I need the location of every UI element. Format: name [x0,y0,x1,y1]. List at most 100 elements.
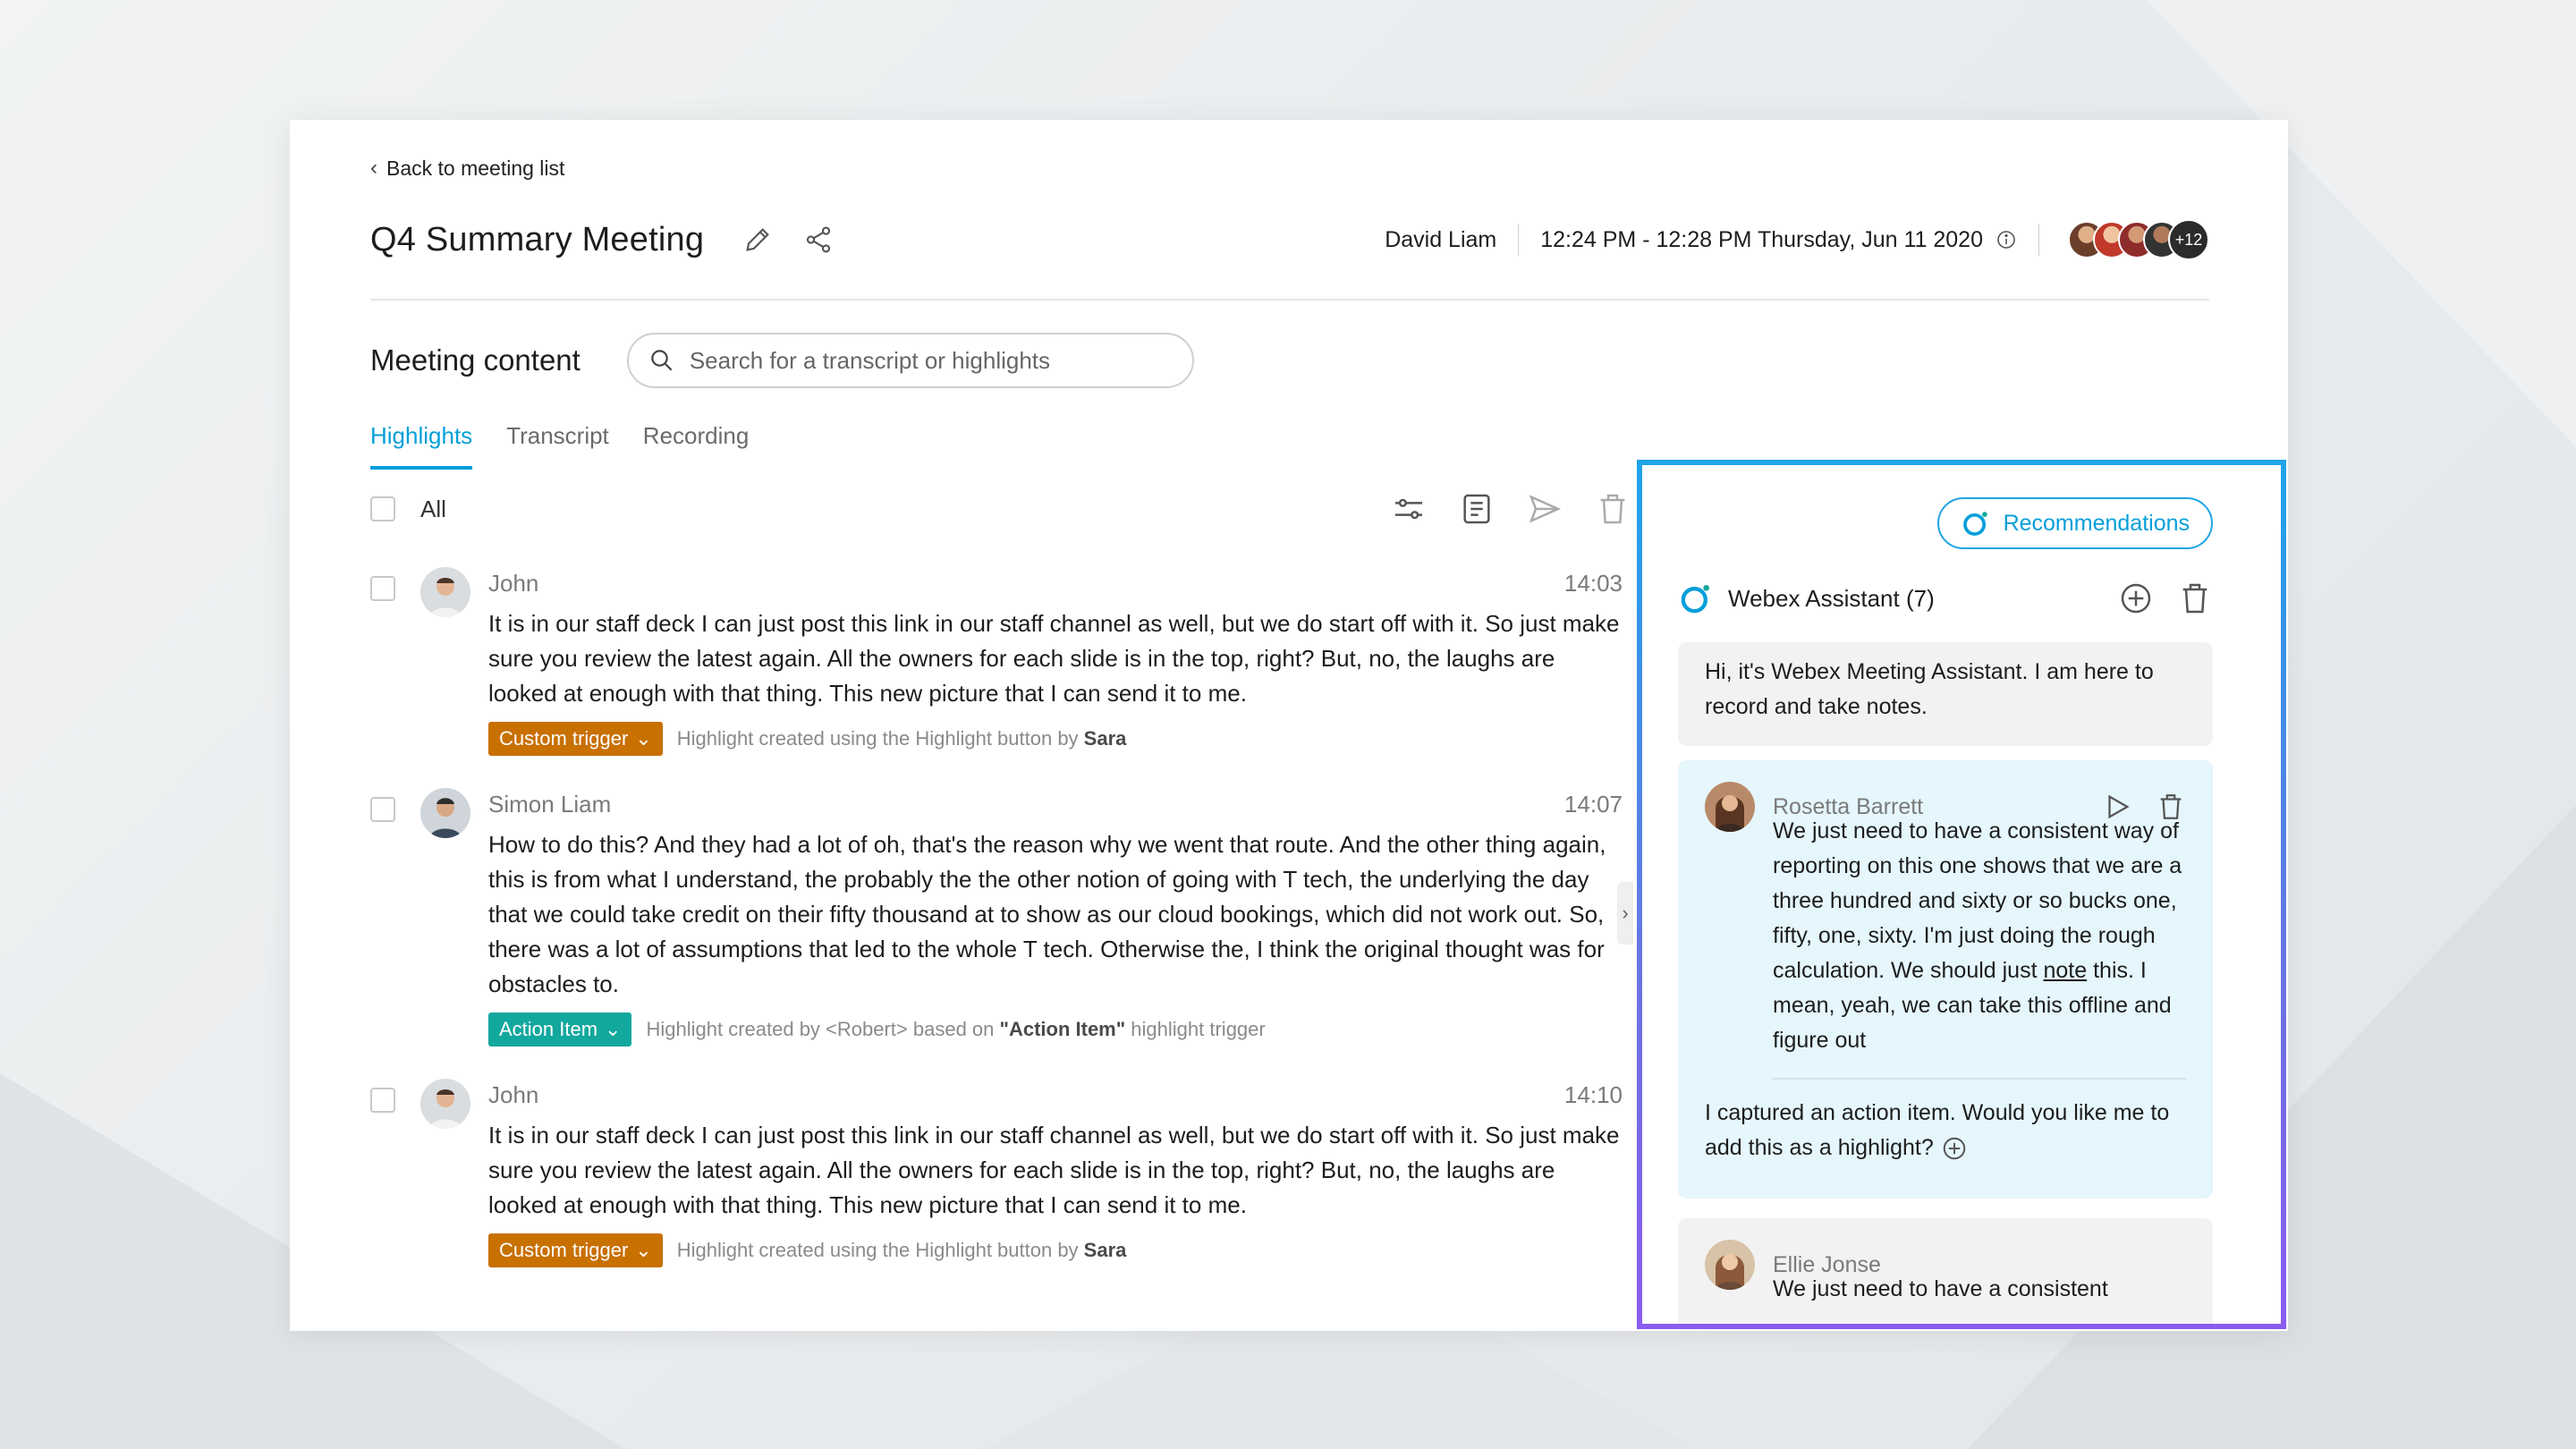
item-checkbox[interactable] [370,1088,395,1113]
content-header: Meeting content Search for a transcript … [370,333,1194,388]
highlight-note: Highlight created using the Highlight bu… [677,727,1127,750]
message-text: We just need to have a consistent [1773,1276,2108,1301]
assistant-actions [2118,580,2213,616]
speaker-name: Simon Liam [488,790,612,818]
list-item: John 14:10 It is in our staff deck I can… [370,1079,1623,1267]
collapse-panel-handle[interactable]: › [1617,882,1633,945]
meta-divider [2038,224,2039,256]
chevron-left-icon: ‹ [370,156,377,180]
tag-row: Custom trigger ⌄ Highlight created using … [488,1233,1623,1267]
note-link[interactable]: note [2043,958,2087,983]
chevron-down-icon: ⌄ [635,1239,652,1261]
note-trigger: "Action Item" [999,1018,1126,1040]
timestamp[interactable]: 14:07 [1564,791,1623,818]
filter-sliders-icon[interactable] [1390,490,1428,528]
speaker-name: John [488,1080,539,1108]
note-author: Sara [1083,727,1127,750]
trigger-tag-dropdown[interactable]: Custom trigger ⌄ [488,1233,663,1267]
item-checkbox[interactable] [370,797,395,822]
item-header: John 14:03 [488,567,1623,599]
assistant-message: Ellie Jonse We just need to have a consi… [1678,1218,2213,1324]
item-checkbox[interactable] [370,576,395,601]
transcript-text: It is in our staff deck I can just post … [488,1122,1620,1218]
send-icon[interactable] [1526,490,1563,528]
timestamp[interactable]: 14:10 [1564,1081,1623,1109]
toolbar-actions [1390,490,1631,528]
tag-row: Action Item ⌄ Highlight created by <Rober… [488,1013,1623,1046]
trigger-tag-dropdown[interactable]: Custom trigger ⌄ [488,722,663,756]
avatar [1705,1240,1755,1290]
assistant-header: Webex Assistant (7) [1678,576,2213,621]
trash-icon[interactable] [2177,580,2213,616]
search-input[interactable]: Search for a transcript or highlights [626,333,1194,388]
note-suffix: highlight trigger [1125,1018,1266,1040]
avatar [1705,782,1755,832]
recommendations-label: Recommendations [2003,510,2190,536]
info-icon[interactable] [1996,229,2017,250]
search-icon [651,350,673,371]
prompt-text: I captured an action item. Would you lik… [1705,1100,2170,1160]
back-link-label: Back to meeting list [386,156,565,180]
tab-highlights[interactable]: Highlights [370,422,473,470]
list-item: John 14:03 It is in our staff deck I can… [370,567,1623,756]
webex-assistant-panel: Recommendations Webex Assistant (7) Hi, … [1637,460,2286,1329]
action-item-prompt: I captured an action item. Would you lik… [1705,1096,2186,1165]
meta-divider [1518,224,1520,256]
highlights-list: John 14:03 It is in our staff deck I can… [370,567,1623,1300]
tag-label: Action Item [499,1018,598,1040]
tag-label: Custom trigger [499,1239,629,1261]
timestamp[interactable]: 14:03 [1564,570,1623,597]
highlights-toolbar: All [370,487,1631,531]
chevron-down-icon: ⌄ [605,1018,622,1040]
notes-icon[interactable] [1458,490,1496,528]
header-divider [370,299,2209,301]
note-text: Highlight created using the Highlight bu… [676,1239,1084,1261]
tab-transcript[interactable]: Transcript [506,422,609,470]
note-author: Sara [1083,1239,1127,1261]
recommendations-button[interactable]: Recommendations [1936,497,2213,549]
transcript-text: It is in our staff deck I can just post … [488,610,1620,707]
trigger-tag-dropdown[interactable]: Action Item ⌄ [488,1013,632,1046]
share-icon[interactable] [801,222,836,258]
assistant-message: Rosetta Barrett We just need to have a c… [1678,760,2213,1199]
participant-avatars[interactable]: +12 [2068,219,2209,260]
chevron-right-icon: › [1622,902,1629,924]
edit-pencil-icon[interactable] [740,222,775,258]
avatar [420,1079,470,1129]
transcript-text: How to do this? And they had a lot of oh… [488,831,1606,997]
message-text: We just need to have a consistent way of… [1773,814,2186,1058]
webex-assistant-icon [1962,512,1987,536]
note-text: Highlight created using the Highlight bu… [676,727,1084,750]
page-title: Q4 Summary Meeting [370,220,705,258]
back-to-meeting-list-link[interactable]: ‹ Back to meeting list [370,156,564,181]
add-circle-icon[interactable] [2118,580,2154,616]
search-placeholder: Search for a transcript or highlights [689,346,1051,374]
assistant-greeting: Hi, it's Webex Meeting Assistant. I am h… [1678,642,2213,746]
highlight-note: Highlight created by <Robert> based on "… [646,1018,1265,1041]
item-header: Simon Liam 14:07 [488,788,1623,820]
avatar [420,788,470,838]
message-divider [1773,1078,2186,1080]
trash-icon[interactable] [1594,490,1631,528]
avatar [420,567,470,617]
meeting-content-heading: Meeting content [370,343,580,377]
select-all-label: All [420,495,446,522]
tab-recording[interactable]: Recording [643,422,750,470]
meeting-meta: David Liam 12:24 PM - 12:28 PM Thursday,… [1385,219,2209,260]
tag-row: Custom trigger ⌄ Highlight created using … [488,722,1623,756]
more-participants-badge: +12 [2168,219,2209,260]
webex-assistant-icon [1681,585,1709,614]
select-all-checkbox[interactable] [370,496,395,521]
speaker-name: John [488,569,539,597]
chevron-down-icon: ⌄ [635,727,652,750]
list-item: Simon Liam 14:07 How to do this? And the… [370,788,1623,1046]
note-text: Highlight created by <Robert> based on [646,1018,1000,1040]
assistant-title: Webex Assistant (7) [1728,584,1935,612]
add-highlight-icon[interactable] [1941,1135,1968,1162]
item-header: John 14:10 [488,1079,1623,1111]
content-tabs: Highlights Transcript Recording [370,422,749,470]
host-name: David Liam [1385,226,1497,252]
meeting-header: Q4 Summary Meeting David Liam 12:24 PM -… [370,213,2209,267]
tag-label: Custom trigger [499,727,629,750]
meeting-time: 12:24 PM - 12:28 PM Thursday, Jun 11 202… [1540,226,1983,252]
